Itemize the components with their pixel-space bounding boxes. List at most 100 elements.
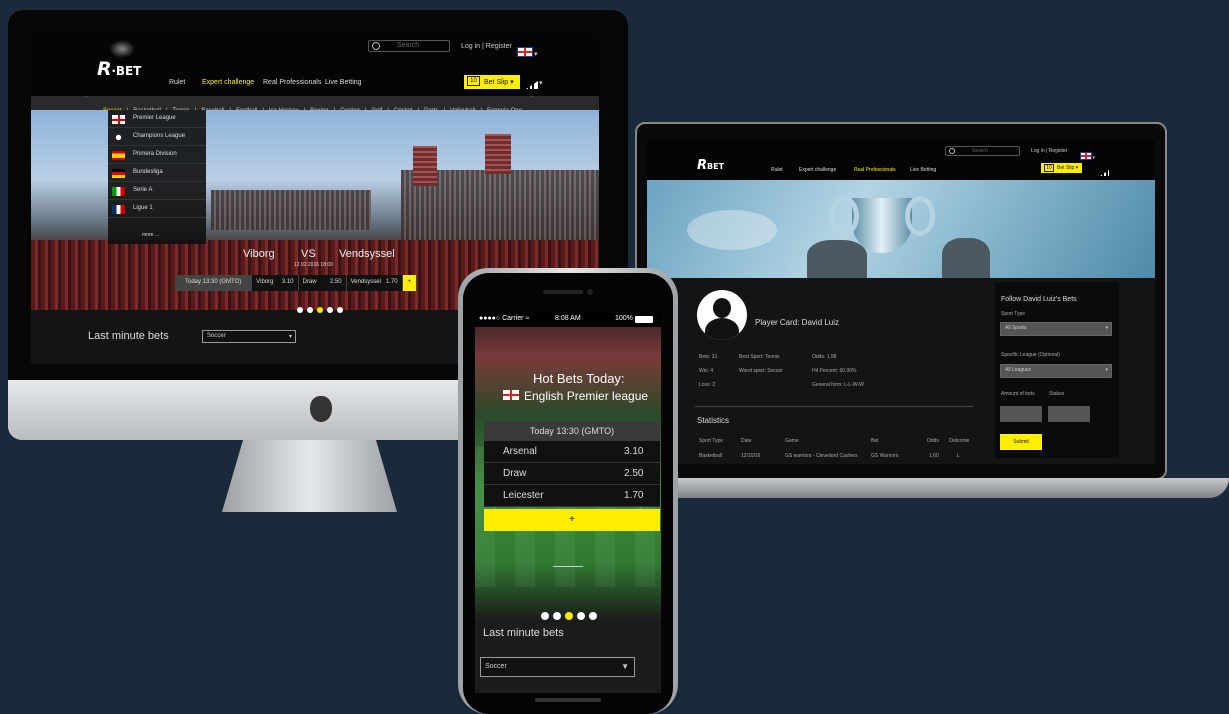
carousel-dot[interactable]	[553, 612, 561, 620]
nav-item-expert-challenge[interactable]: Expert challenge	[799, 167, 836, 173]
nav-item-live-betting[interactable]: Live Betting	[325, 79, 362, 86]
col-outcome: Outcome	[949, 438, 970, 444]
league-label: Champions League	[133, 133, 186, 139]
league-item-champions-league[interactable]: Champions League	[108, 128, 206, 146]
carousel-dot[interactable]	[589, 612, 597, 620]
odds-away-team: Vendsyssel	[350, 279, 381, 285]
nav-item-real-professionals[interactable]: Real Professionals	[263, 79, 321, 86]
odds-row-arsenal[interactable]: Arsenal 3.10	[484, 441, 660, 463]
add-bet-button[interactable]: +	[402, 275, 418, 291]
search-placeholder: Search	[397, 42, 420, 49]
carousel-dot[interactable]	[307, 307, 313, 313]
ticket-icon: 10	[1044, 164, 1054, 172]
odds-away[interactable]: Vendsyssel 1.70	[347, 275, 403, 291]
carousel-dot[interactable]	[297, 307, 303, 313]
brand-logo[interactable]: RBET	[697, 158, 724, 173]
team-odd: 2.50	[624, 468, 644, 479]
sports-prev-icon[interactable]: ‹	[85, 96, 87, 99]
hot-bets-title: Hot Bets Today:	[533, 371, 625, 386]
cell-sport: Basketball	[699, 453, 723, 459]
sport-select[interactable]: Soccer ▾	[202, 330, 296, 343]
carrier-label: Carrier	[502, 315, 524, 322]
cloud-shape	[687, 210, 777, 250]
sport-type-select[interactable]: All Sports ▾	[1000, 322, 1112, 336]
language-selector[interactable]: ▾	[517, 43, 537, 61]
odds-draw[interactable]: Draw 2.50	[299, 275, 347, 291]
login-link[interactable]: Log in	[1031, 148, 1045, 154]
trophy-banner	[647, 180, 1155, 278]
signal-icon	[526, 81, 538, 89]
sports-list: Soccer|Basketball|Tennis|Baseball|Footba…	[103, 99, 527, 110]
bet-slip-button[interactable]: 10 Bet Slip ▾	[463, 74, 521, 90]
cell-game: GS warriors - Cleveland Cavliers	[785, 453, 858, 459]
amount-input[interactable]	[1000, 406, 1042, 422]
italy-flag-icon	[112, 187, 125, 196]
cell-date: 12/10/16	[741, 453, 761, 459]
carousel-dot[interactable]	[327, 307, 333, 313]
wifi-icon: ≈	[525, 315, 530, 322]
sport-type-value: All Sports	[1005, 325, 1027, 331]
league-select[interactable]: All Leagues ▾	[1000, 364, 1112, 378]
login-link[interactable]: Log in	[461, 43, 480, 50]
phone-time-header: Today 13:30 (GMTO)	[484, 421, 660, 441]
match-vs: VS	[301, 248, 316, 260]
league-item-bundesliga[interactable]: Bundesliga	[108, 164, 206, 182]
stat-win: Win: 4	[699, 368, 714, 374]
carousel-dot-active[interactable]	[565, 612, 573, 620]
team-odd: 3.10	[624, 446, 644, 457]
bet-slip-button[interactable]: 10 Bet Slip ▾	[1040, 162, 1084, 174]
odds-home[interactable]: Viborg 3.10	[252, 275, 299, 291]
league-item-primera-division[interactable]: Primera Division	[108, 146, 206, 164]
cell-outcome: L	[957, 453, 960, 459]
brand-logo[interactable]: R‧BET	[97, 58, 141, 80]
add-bet-button[interactable]: +	[484, 509, 660, 531]
carousel-dot-active[interactable]	[317, 307, 323, 313]
league-item-premier-league[interactable]: Premier League	[108, 110, 206, 128]
submit-button[interactable]: Submit	[1000, 434, 1042, 450]
search-input[interactable]: Search	[368, 40, 450, 52]
chevron-down-icon: ▾	[1091, 155, 1095, 161]
carousel-dot[interactable]	[541, 612, 549, 620]
odds-home-value: 3.10	[281, 279, 294, 285]
brand-letter: R	[97, 58, 112, 80]
phone-screen: ●●●●○ Carrier ≈ 8:08 AM 100% Hot Bets To…	[475, 313, 661, 693]
nav-item-live-betting[interactable]: Live Betting	[910, 167, 936, 173]
cell-odds: 1.60	[929, 453, 939, 459]
search-input[interactable]: Search	[945, 146, 1020, 156]
sport-select-value: Soccer	[485, 663, 507, 670]
team-name: Arsenal	[503, 446, 537, 457]
stakes-input[interactable]	[1048, 406, 1090, 422]
league-item-serie-a[interactable]: Serie A	[108, 182, 206, 200]
league-title: English Premier league	[503, 389, 648, 403]
odds-draw-value: 2.50	[329, 279, 342, 285]
nav-item-real-professionals[interactable]: Real Professionals	[854, 167, 896, 173]
england-flag-icon	[503, 390, 519, 400]
odds-row-leicester[interactable]: Leicester 1.70	[484, 485, 660, 507]
league-name: English Premier league	[524, 389, 649, 403]
league-item-ligue-1[interactable]: Ligue 1	[108, 200, 206, 218]
nav-item-expert-challenge[interactable]: Expert challenge	[202, 79, 254, 86]
register-link[interactable]: Register	[486, 43, 512, 50]
nav-item-rulet[interactable]: Rulet	[169, 79, 185, 86]
sport-select-value: Soccer	[207, 333, 226, 339]
sport-select[interactable]: Soccer ▼	[480, 657, 635, 677]
home-indicator	[535, 698, 601, 702]
ticket-icon: 10	[467, 76, 480, 86]
carousel-dot[interactable]	[337, 307, 343, 313]
leagues-more-link[interactable]: more ...	[142, 232, 159, 238]
league-label: Primera Division	[133, 151, 177, 157]
trophy-handle-icon	[905, 196, 935, 236]
col-game: Game	[785, 438, 799, 444]
phone-body: ●●●●○ Carrier ≈ 8:08 AM 100% Hot Bets To…	[463, 273, 673, 714]
stakes-label: Stakes	[1049, 391, 1065, 397]
stat-odds: Odds: 1.98	[812, 354, 837, 360]
register-link[interactable]: Register	[1049, 148, 1068, 154]
nav-item-rulet[interactable]: Rulet	[771, 167, 783, 173]
odds-row-draw[interactable]: Draw 2.50	[484, 463, 660, 485]
carousel-dot[interactable]	[577, 612, 585, 620]
sports-next-icon[interactable]: ›	[531, 96, 533, 99]
chevron-down-icon: ▾	[1105, 367, 1108, 373]
last-minute-title: Last minute bets	[88, 330, 169, 342]
light-tower	[485, 134, 511, 174]
cell-bet: GS Warriors	[871, 453, 899, 459]
